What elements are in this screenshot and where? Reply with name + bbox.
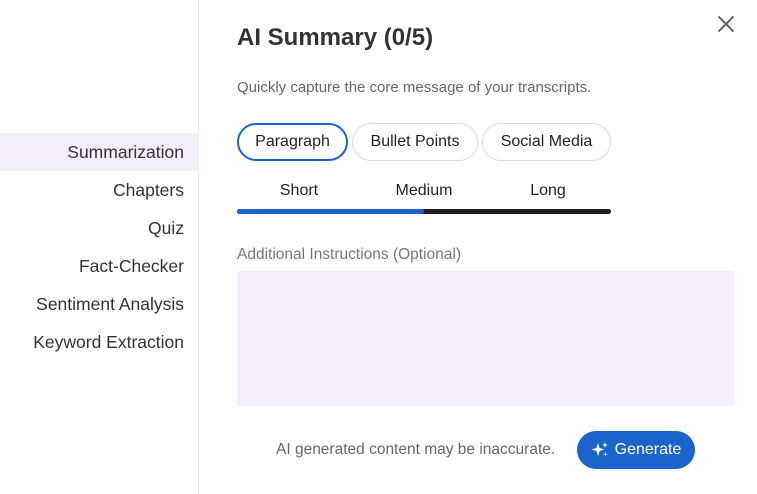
length-medium-label: Medium: [395, 182, 453, 199]
sidebar-item-chapters[interactable]: Chapters: [0, 171, 198, 209]
length-medium-tab[interactable]: Medium: [362, 180, 486, 202]
length-slider-fill: [237, 209, 424, 214]
format-paragraph-button[interactable]: Paragraph: [237, 123, 348, 161]
sidebar-item-label: Summarization: [67, 141, 184, 162]
generate-label: Generate: [614, 441, 682, 458]
sidebar-item-label: Keyword Extraction: [33, 331, 184, 352]
instructions-input[interactable]: [237, 271, 735, 406]
sidebar-item-label: Chapters: [112, 179, 184, 200]
close-icon: [718, 16, 734, 32]
format-bullet-points-label: Bullet Points: [370, 133, 460, 150]
length-long-label: Long: [530, 182, 566, 199]
ai-summary-modal: Summarization Chapters Quiz Fact-Checker…: [0, 0, 757, 494]
sidebar-item-summarization[interactable]: Summarization: [0, 133, 198, 171]
disclaimer-text: AI generated content may be inaccurate.: [276, 441, 556, 458]
close-button[interactable]: [712, 10, 740, 38]
length-short-tab[interactable]: Short: [237, 180, 361, 202]
instructions-label: Additional Instructions (Optional): [237, 246, 462, 263]
sidebar-item-label: Quiz: [148, 217, 184, 238]
format-bullet-points-button[interactable]: Bullet Points: [352, 123, 478, 161]
sidebar-item-keyword-extraction[interactable]: Keyword Extraction: [0, 323, 198, 361]
format-paragraph-label: Paragraph: [255, 133, 330, 150]
sidebar-item-sentiment-analysis[interactable]: Sentiment Analysis: [0, 285, 198, 323]
length-long-tab[interactable]: Long: [486, 180, 610, 202]
page-subtitle: Quickly capture the core message of your…: [237, 79, 592, 96]
generate-button[interactable]: Generate: [577, 431, 695, 469]
page-title: AI Summary (0/5): [237, 24, 434, 51]
sidebar-item-quiz[interactable]: Quiz: [0, 209, 198, 247]
format-social-media-label: Social Media: [500, 133, 593, 150]
sparkle-icon: [591, 442, 608, 457]
length-slider[interactable]: [237, 209, 611, 214]
length-short-label: Short: [279, 182, 319, 199]
format-social-media-button[interactable]: Social Media: [482, 123, 611, 161]
sidebar: Summarization Chapters Quiz Fact-Checker…: [0, 0, 199, 494]
sidebar-item-fact-checker[interactable]: Fact-Checker: [0, 247, 198, 285]
sidebar-item-label: Fact-Checker: [78, 255, 184, 276]
sidebar-item-label: Sentiment Analysis: [36, 293, 184, 314]
